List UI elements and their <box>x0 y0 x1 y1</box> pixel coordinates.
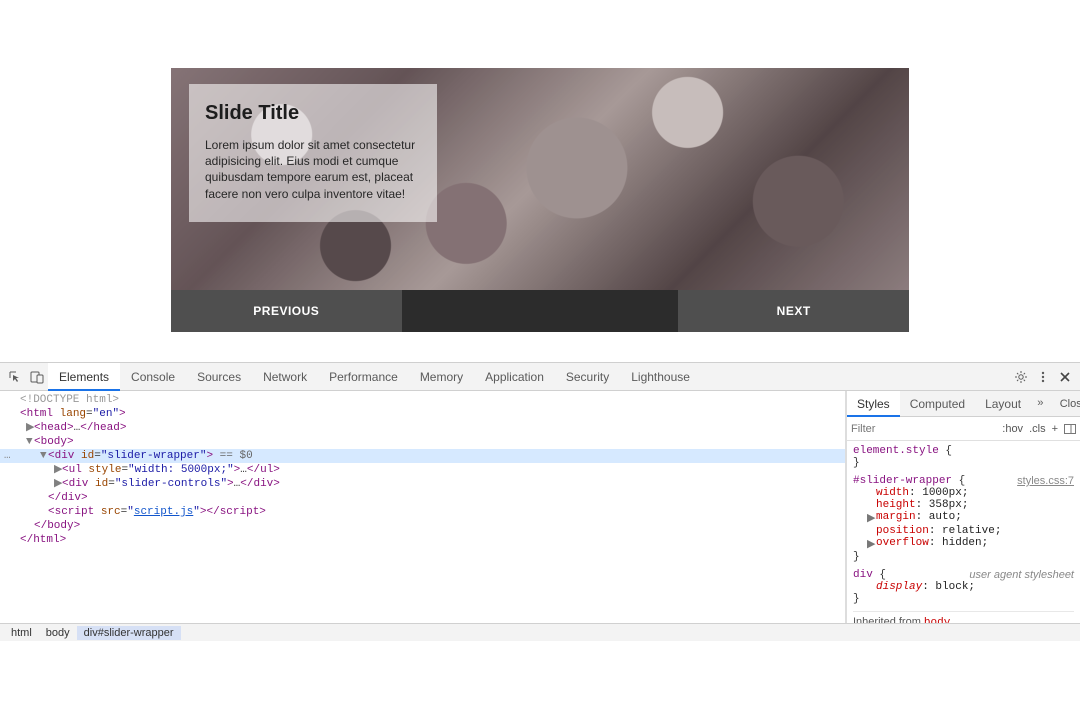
dom-row[interactable]: </html> <box>0 533 845 547</box>
css-rule[interactable]: element.style {} <box>853 445 1074 469</box>
toggle-computed-icon[interactable] <box>1064 424 1076 434</box>
dom-row[interactable]: <html lang="en"> <box>0 407 845 421</box>
inspect-icon[interactable] <box>4 366 26 388</box>
dom-row[interactable]: ▼<body> <box>0 435 845 449</box>
tab-sources[interactable]: Sources <box>186 363 252 391</box>
new-style-rule-icon[interactable]: + <box>1052 423 1058 435</box>
devtools-body: <!DOCTYPE html><html lang="en">▶<head>…<… <box>0 391 1080 623</box>
dom-row[interactable]: <!DOCTYPE html> <box>0 393 845 407</box>
dom-row[interactable]: …▼<div id="slider-wrapper"> == $0 <box>0 449 845 463</box>
slide-caption: Slide Title Lorem ipsum dolor sit amet c… <box>189 84 437 222</box>
slider-controls: PREVIOUS NEXT <box>171 290 909 332</box>
styles-tab-styles[interactable]: Styles <box>847 391 900 417</box>
tab-network[interactable]: Network <box>252 363 318 391</box>
tab-elements[interactable]: Elements <box>48 363 120 391</box>
styles-pane: StylesComputedLayout » Close :hov .cls +… <box>846 391 1080 623</box>
slide-image: Slide Title Lorem ipsum dolor sit amet c… <box>171 68 909 290</box>
slider-wrapper: Slide Title Lorem ipsum dolor sit amet c… <box>171 68 909 332</box>
breadcrumb-item[interactable]: html <box>4 626 39 640</box>
dom-tree[interactable]: <!DOCTYPE html><html lang="en">▶<head>…<… <box>0 391 846 623</box>
styles-rules[interactable]: element.style {} #slider-wrapper {styles.… <box>847 441 1080 623</box>
previous-button[interactable]: PREVIOUS <box>171 290 402 332</box>
dom-row[interactable]: <script src="script.js"></script> <box>0 505 845 519</box>
controls-gap <box>402 290 679 332</box>
cls-toggle[interactable]: .cls <box>1029 423 1046 435</box>
tab-lighthouse[interactable]: Lighthouse <box>620 363 701 391</box>
tab-console[interactable]: Console <box>120 363 186 391</box>
css-rule[interactable]: div {user agent stylesheetdisplay: block… <box>853 569 1074 605</box>
close-icon[interactable] <box>1054 366 1076 388</box>
next-button[interactable]: NEXT <box>678 290 909 332</box>
tab-security[interactable]: Security <box>555 363 620 391</box>
kebab-icon[interactable] <box>1032 366 1054 388</box>
styles-more-icon[interactable]: » <box>1031 398 1050 410</box>
devtools-tabstrip: ElementsConsoleSourcesNetworkPerformance… <box>0 363 1080 391</box>
breadcrumb-item[interactable]: body <box>39 626 77 640</box>
tab-memory[interactable]: Memory <box>409 363 474 391</box>
styles-tab-layout[interactable]: Layout <box>975 397 1031 411</box>
devtools-panel: ElementsConsoleSourcesNetworkPerformance… <box>0 362 1080 641</box>
close-tooltip: Close <box>1050 398 1080 410</box>
rule-source-link[interactable]: styles.css:7 <box>1017 475 1074 487</box>
dom-row[interactable]: ▶<div id="slider-controls">…</div> <box>0 477 845 491</box>
css-rule[interactable]: #slider-wrapper {styles.css:7width: 1000… <box>853 475 1074 563</box>
dom-row[interactable]: ▶<head>…</head> <box>0 421 845 435</box>
hov-toggle[interactable]: :hov <box>1002 423 1023 435</box>
device-toolbar-icon[interactable] <box>26 366 48 388</box>
tab-performance[interactable]: Performance <box>318 363 409 391</box>
styles-filterbar: :hov .cls + <box>847 417 1080 441</box>
slide-body: Lorem ipsum dolor sit amet consectetur a… <box>205 137 421 202</box>
breadcrumb-item[interactable]: div#slider-wrapper <box>77 626 181 640</box>
dom-row[interactable]: </body> <box>0 519 845 533</box>
dom-row[interactable]: </div> <box>0 491 845 505</box>
slide-title: Slide Title <box>205 102 421 125</box>
dom-breadcrumb: htmlbodydiv#slider-wrapper <box>0 623 1080 641</box>
tab-application[interactable]: Application <box>474 363 555 391</box>
styles-filter-input[interactable] <box>851 423 996 435</box>
styles-tab-computed[interactable]: Computed <box>900 397 975 411</box>
dom-row[interactable]: ▶<ul style="width: 5000px;">…</ul> <box>0 463 845 477</box>
styles-tabstrip: StylesComputedLayout » Close <box>847 391 1080 417</box>
inherited-from: Inherited from body <box>853 611 1074 623</box>
gear-icon[interactable] <box>1010 366 1032 388</box>
